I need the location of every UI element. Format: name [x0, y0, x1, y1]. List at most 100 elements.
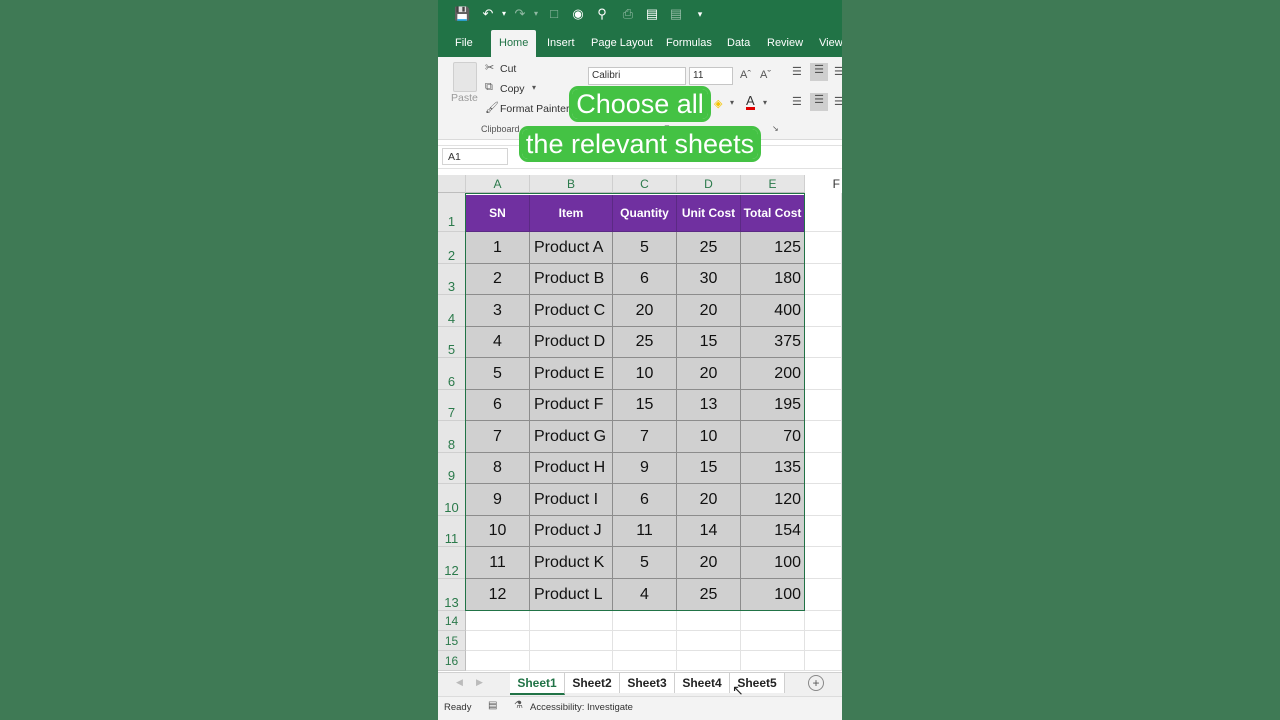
table-cell[interactable]: Product E [530, 358, 613, 390]
empty-cell[interactable] [677, 611, 741, 631]
align-middle-icon[interactable]: ☰ [810, 63, 828, 81]
table-cell[interactable]: Product B [530, 264, 613, 295]
empty-cell[interactable] [805, 484, 842, 516]
select-all-corner[interactable] [438, 175, 466, 193]
table-cell[interactable]: 11 [466, 547, 530, 579]
table-cell[interactable]: 7 [466, 421, 530, 453]
table-cell[interactable]: 14 [677, 516, 741, 547]
align-bottom-icon[interactable]: ☰ [834, 65, 842, 78]
tab-data[interactable]: Data [727, 30, 750, 57]
scroll-right-icon[interactable]: ▶ [476, 677, 483, 688]
empty-cell[interactable] [530, 611, 613, 631]
row-header[interactable]: 13 [438, 579, 466, 611]
table-cell[interactable]: 154 [741, 516, 805, 547]
table-cell[interactable]: 4 [613, 579, 677, 611]
table-cell[interactable]: 6 [613, 264, 677, 295]
row-header[interactable]: 11 [438, 516, 466, 547]
table-header-cell[interactable]: SN [466, 195, 530, 232]
table-cell[interactable]: 13 [677, 390, 741, 421]
undo-dropdown-icon[interactable]: ▾ [496, 6, 512, 22]
paste-icon[interactable] [453, 62, 477, 92]
empty-cell[interactable] [677, 651, 741, 671]
table-cell[interactable]: 9 [466, 484, 530, 516]
table-cell[interactable]: 120 [741, 484, 805, 516]
empty-cell[interactable] [530, 651, 613, 671]
empty-cell[interactable] [805, 579, 842, 611]
print-icon[interactable]: ⎙ [620, 6, 636, 22]
empty-cell[interactable] [805, 421, 842, 453]
table-cell[interactable]: 15 [677, 327, 741, 358]
sheet-tab-3[interactable]: Sheet3 [620, 673, 675, 693]
empty-cell[interactable] [741, 611, 805, 631]
table-cell[interactable]: 5 [613, 232, 677, 264]
table-cell[interactable]: Product D [530, 327, 613, 358]
add-sheet-icon[interactable]: + [808, 675, 824, 691]
table-header-cell[interactable]: Item [530, 195, 613, 232]
row-header[interactable]: 7 [438, 390, 466, 421]
column-header-e[interactable]: E [741, 175, 805, 193]
decrease-font-icon[interactable]: Aˇ [760, 69, 771, 81]
empty-cell[interactable] [805, 453, 842, 484]
table-cell[interactable]: 180 [741, 264, 805, 295]
column-header-a[interactable]: A [466, 175, 530, 193]
empty-cell[interactable] [530, 631, 613, 651]
empty-cell[interactable] [805, 327, 842, 358]
table-cell[interactable]: 15 [613, 390, 677, 421]
empty-cell[interactable] [741, 631, 805, 651]
macro-record-icon[interactable]: ▤ [488, 700, 497, 711]
empty-cell[interactable] [805, 295, 842, 327]
table-cell[interactable]: 400 [741, 295, 805, 327]
empty-cell[interactable] [805, 547, 842, 579]
table-header-cell[interactable]: Total Cost [741, 195, 805, 232]
table-cell[interactable]: Product G [530, 421, 613, 453]
table-cell[interactable]: 30 [677, 264, 741, 295]
table-cell[interactable]: 10 [466, 516, 530, 547]
row-header[interactable]: 3 [438, 264, 466, 295]
table-cell[interactable]: 1 [466, 232, 530, 264]
table-cell[interactable]: 125 [741, 232, 805, 264]
empty-cell[interactable] [805, 516, 842, 547]
empty-cell[interactable] [805, 390, 842, 421]
table-cell[interactable]: Product I [530, 484, 613, 516]
increase-font-icon[interactable]: Aˆ [740, 69, 751, 81]
table-cell[interactable]: 10 [613, 358, 677, 390]
row-header[interactable]: 9 [438, 453, 466, 484]
accessibility-icon[interactable]: ⚗ [514, 700, 523, 711]
table-cell[interactable]: 20 [613, 295, 677, 327]
table-cell[interactable]: 375 [741, 327, 805, 358]
row-header[interactable]: 14 [438, 611, 466, 631]
font-size-select[interactable]: 11 [689, 67, 733, 85]
table-cell[interactable]: 100 [741, 547, 805, 579]
table-cell[interactable]: 2 [466, 264, 530, 295]
table-cell[interactable]: 20 [677, 295, 741, 327]
table-cell[interactable]: 8 [466, 453, 530, 484]
table-cell[interactable]: Product J [530, 516, 613, 547]
save-icon[interactable]: 💾 [454, 6, 470, 22]
scroll-left-icon[interactable]: ◀ [456, 677, 463, 688]
table-cell[interactable]: 20 [677, 484, 741, 516]
table-cell[interactable]: 9 [613, 453, 677, 484]
row-header[interactable]: 6 [438, 358, 466, 390]
sheet-tab-4[interactable]: Sheet4 [675, 673, 730, 693]
cut-button[interactable]: Cut [500, 63, 516, 75]
table-cell[interactable]: 11 [613, 516, 677, 547]
empty-cell[interactable] [466, 611, 530, 631]
form-icon[interactable]: ▤ [668, 6, 684, 22]
empty-cell[interactable] [466, 651, 530, 671]
empty-cell[interactable] [805, 232, 842, 264]
sheet-tab-2[interactable]: Sheet2 [565, 673, 620, 693]
redo-icon[interactable]: ↷ [512, 6, 528, 22]
empty-cell[interactable] [805, 264, 842, 295]
table-cell[interactable]: Product C [530, 295, 613, 327]
table-header-cell[interactable]: Quantity [613, 195, 677, 232]
table-cell[interactable]: 25 [677, 579, 741, 611]
table-cell[interactable]: 12 [466, 579, 530, 611]
table-cell[interactable]: 10 [677, 421, 741, 453]
tab-home[interactable]: Home [491, 30, 537, 57]
empty-cell[interactable] [613, 651, 677, 671]
accessibility-status[interactable]: Accessibility: Investigate [530, 702, 633, 713]
table-cell[interactable]: Product F [530, 390, 613, 421]
row-header[interactable]: 16 [438, 651, 466, 671]
table-cell[interactable]: 135 [741, 453, 805, 484]
customize-toolbar-icon[interactable]: ▾ [692, 6, 708, 22]
